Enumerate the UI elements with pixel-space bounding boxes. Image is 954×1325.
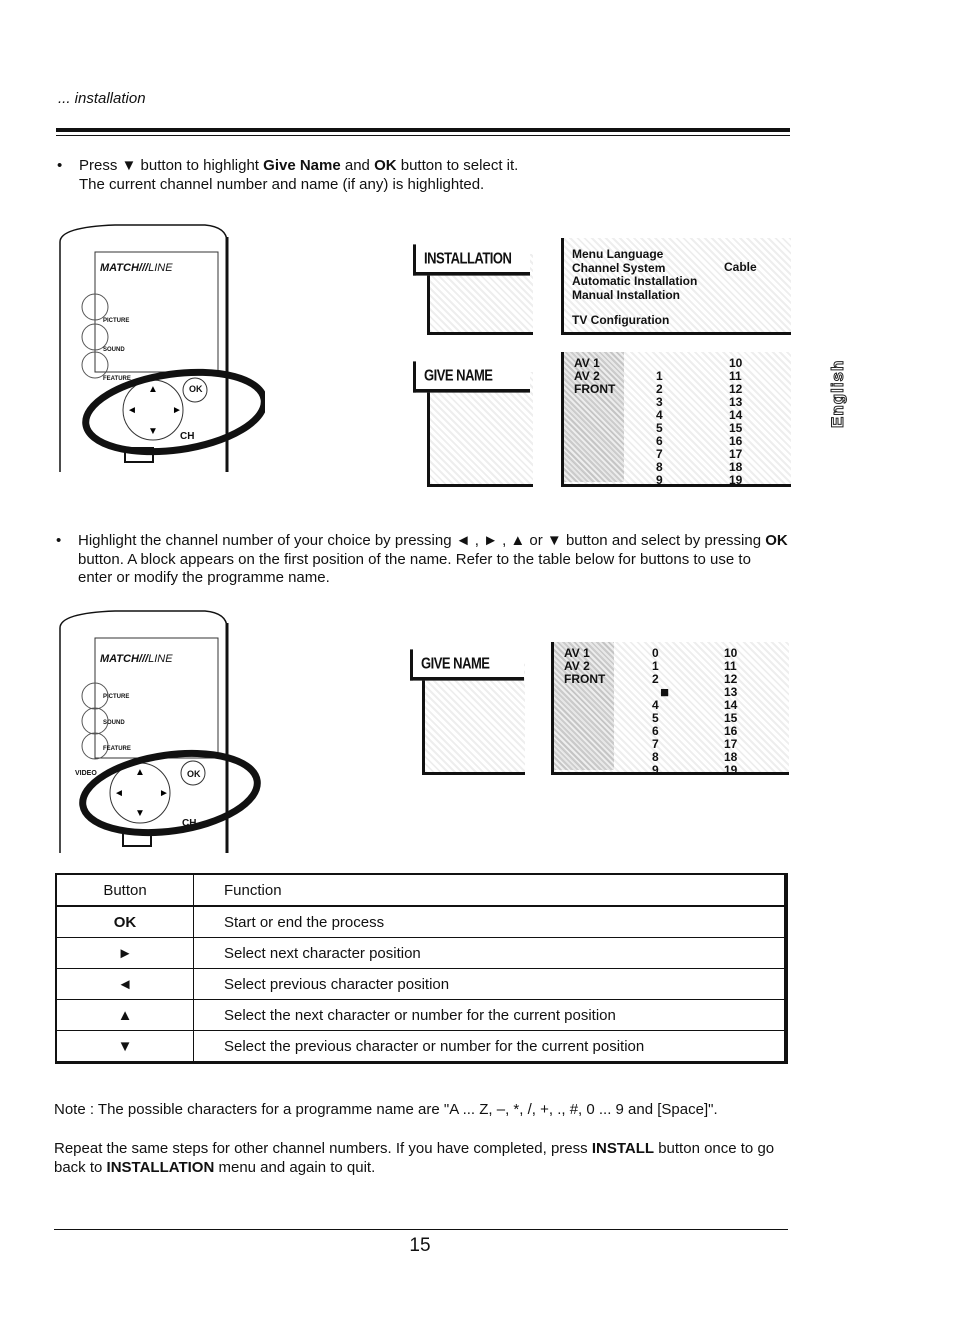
svg-text:►: ►	[159, 788, 169, 799]
repeat-text: Repeat the same steps for other channel …	[54, 1140, 775, 1176]
table-row: ► Select next character position	[55, 937, 787, 969]
menu-item: Channel System	[572, 260, 666, 275]
installation-menu-list: Menu Language Channel System Automatic I…	[561, 238, 791, 335]
language-side-tab: English	[828, 359, 848, 428]
remote-ch-label: CH	[180, 431, 195, 442]
menu-item: TV Configuration	[572, 313, 670, 327]
svg-text:◄: ◄	[114, 788, 124, 799]
remote-ch-label: CH	[182, 818, 197, 829]
installation-menu-title: INSTALLATION	[413, 244, 530, 276]
section-header: ... installation	[58, 90, 146, 107]
table-row: ▼ Select the previous character or number…	[55, 1030, 787, 1063]
menu-item: Menu Language	[572, 247, 664, 261]
table-row: ▲ Select the next character or number for…	[55, 999, 787, 1031]
button-function-table: Button Function OK Start or end the proces…	[55, 873, 788, 1064]
remote-button-labels: PICTURE SOUND FEATURE	[103, 318, 131, 382]
svg-text:◄: ◄	[127, 405, 137, 416]
svg-text:►: ►	[172, 405, 182, 416]
menu-item: Automatic Installation	[572, 274, 698, 288]
remote-ok-label: OK	[187, 769, 201, 779]
remote-control-illustration: ▲ ▼ ◄ ►	[59, 610, 261, 853]
channel-system-value: Cable	[724, 260, 757, 274]
svg-text:▲: ▲	[135, 767, 145, 778]
remote-ok-label: OK	[189, 384, 203, 394]
remote-control-illustration: ▲ ▼ ◄ ►	[59, 224, 265, 472]
manual-page: ... installation • Press ▼ button to hig…	[0, 0, 954, 1325]
svg-text:▲: ▲	[148, 384, 158, 395]
give-name-menu-title: GIVE NAME	[413, 361, 530, 393]
table-row: OK Start or end the process	[55, 905, 787, 938]
header-rule-thin	[56, 135, 790, 136]
remote-button-labels: PICTURE SOUND FEATURE	[103, 694, 131, 752]
footer-rule	[54, 1229, 788, 1230]
step-2: • Highlight the channel number of your c…	[56, 532, 788, 586]
header-rule	[56, 128, 790, 132]
table-row: ◄ Select previous character position	[55, 968, 787, 1000]
page-number: 15	[409, 1235, 431, 1256]
menu-item: Manual Installation	[572, 287, 681, 302]
give-name-channel-list: AV 1 AV 2 FRONT 0 1 2 ■ 4 5 6 7 8 9 10 11 12 13 14 15 16 1…	[551, 642, 789, 777]
note-text: Note : The possible characters for a pro…	[54, 1101, 718, 1118]
remote-brand-logo: MATCH///LINE	[100, 653, 173, 665]
svg-text:▼: ▼	[135, 808, 145, 819]
give-name-channel-list: AV 1 AV 2 FRONT 123456789 10 11 12 13 14 15 16 17…	[561, 352, 791, 487]
arrow-down-icon: ▼	[121, 157, 137, 174]
give-name-menu-title: GIVE NAME	[410, 649, 524, 681]
remote-brand-logo: MATCH///LINE	[100, 262, 173, 274]
remote-video-label: VIDEO	[75, 770, 97, 777]
step-1: • Press ▼ button to highlight Give Name …	[57, 157, 519, 193]
table-header-row: Button Function	[55, 873, 787, 907]
svg-text:▼: ▼	[148, 426, 158, 437]
